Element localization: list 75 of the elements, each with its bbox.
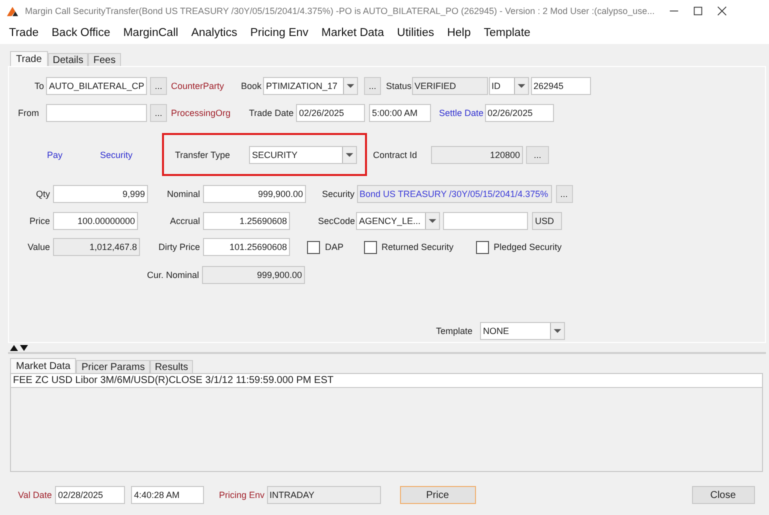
dropdown[interactable]: PTIMIZATION_17 xyxy=(263,77,358,95)
text-field[interactable]: 1,012,467.8 xyxy=(53,238,140,256)
field-label: Pricing Env xyxy=(219,490,265,500)
menu-item[interactable]: Help xyxy=(447,27,471,39)
field-label: Status xyxy=(386,81,412,91)
menu-item[interactable]: Template xyxy=(484,27,530,39)
field-label: Accrual xyxy=(168,216,200,226)
direction-label: Pay xyxy=(47,150,64,160)
field-label: Qty xyxy=(34,189,50,199)
field-label: Contract Id xyxy=(373,150,418,160)
dropdown[interactable]: ID xyxy=(488,77,529,95)
checkbox-label: Returned Security xyxy=(382,242,454,252)
tab[interactable]: Details xyxy=(48,53,88,66)
tab[interactable]: Trade xyxy=(10,51,48,66)
text-field[interactable]: INTRADAY xyxy=(266,486,381,504)
field-label: Nominal xyxy=(166,189,200,199)
text-field[interactable]: 5:00:00 AM xyxy=(369,104,431,122)
tab[interactable]: Results xyxy=(150,360,194,373)
text-field[interactable]: USD xyxy=(532,212,562,230)
text-field[interactable]: Bond US TREASURY /30Y/05/15/2041/4.375% xyxy=(356,185,552,203)
tab[interactable]: Pricer Params xyxy=(76,360,150,373)
field-label: Settle Date xyxy=(439,108,484,118)
browse-button[interactable]: ... xyxy=(150,104,167,122)
field-label: Value xyxy=(26,242,50,252)
window-title: Margin Call SecurityTransfer(Bond US TREASURY /30Y/05/15/2041/4.375%) -PO is AUTO_BILATERAL_PO (262945) - Version : 2 Mod User :(calypso_use... xyxy=(25,5,655,17)
menu-item[interactable]: Analytics xyxy=(191,27,238,39)
browse-button[interactable]: ... xyxy=(150,77,167,95)
action-button[interactable]: Close xyxy=(692,486,755,504)
browse-button[interactable]: ... xyxy=(364,77,381,95)
dropdown[interactable]: AGENCY_LE... xyxy=(356,212,440,230)
field-label: Security xyxy=(322,189,355,199)
tab[interactable]: Fees xyxy=(88,53,121,66)
menu-item[interactable]: Pricing Env xyxy=(250,27,308,39)
field-label: Dirty Price xyxy=(157,242,200,252)
text-field[interactable]: 262945 xyxy=(530,77,591,95)
field-label: Template xyxy=(436,326,474,336)
browse-button[interactable]: ... xyxy=(526,146,549,164)
text-field[interactable]: 9,999 xyxy=(53,185,148,203)
dropdown[interactable]: NONE xyxy=(480,322,565,340)
direction-label: Security xyxy=(100,150,134,160)
text-field[interactable]: 101.25690608 xyxy=(203,238,290,256)
field-label: Cur. Nominal xyxy=(146,270,199,280)
text-field[interactable]: 100.00000000 xyxy=(53,212,138,230)
text-field[interactable]: AUTO_BILATERAL_CP xyxy=(46,77,147,95)
text-field[interactable]: 02/28/2025 xyxy=(55,486,125,504)
field-label: Trade Date xyxy=(249,108,295,118)
tab[interactable]: Market Data xyxy=(10,358,76,373)
menu-item[interactable]: MarginCall xyxy=(123,27,178,39)
menu-item[interactable]: Back Office xyxy=(52,27,110,39)
field-label: Book xyxy=(241,81,263,91)
text-field[interactable]: 02/26/2025 xyxy=(296,104,365,122)
field-label: From xyxy=(17,108,40,118)
field-label: Price xyxy=(28,216,50,226)
text-field[interactable]: 120800 xyxy=(431,146,523,164)
menu-item[interactable]: Trade xyxy=(9,27,39,39)
text-field[interactable]: 1.25690608 xyxy=(203,212,290,230)
browse-button[interactable]: ... xyxy=(556,185,573,203)
text-field[interactable]: 999,900.00 xyxy=(203,185,306,203)
action-button[interactable]: Price xyxy=(400,486,476,504)
list-row[interactable]: FEE ZC USD Libor 3M/6M/USD(R)CLOSE 3/1/12 11:59:59.000 PM EST xyxy=(11,374,762,388)
field-label: SecCode xyxy=(318,216,356,226)
field-label: Transfer Type xyxy=(175,150,232,160)
checkbox-label: DAP xyxy=(325,242,344,252)
role-label: CounterParty xyxy=(171,81,226,91)
field-label: Val Date xyxy=(18,490,53,500)
text-field[interactable]: 999,900.00 xyxy=(202,266,305,284)
menu-item[interactable]: Utilities xyxy=(397,27,434,39)
menu-item[interactable]: Market Data xyxy=(321,27,384,39)
text-field[interactable]: 4:40:28 AM xyxy=(131,486,204,504)
text-field[interactable]: 02/26/2025 xyxy=(484,104,554,122)
dropdown[interactable]: SECURITY xyxy=(249,146,357,164)
field-label: To xyxy=(33,81,44,91)
role-label: ProcessingOrg xyxy=(171,108,232,118)
checkbox-label: Pledged Security xyxy=(494,242,562,252)
text-field[interactable]: VERIFIED xyxy=(412,77,488,95)
